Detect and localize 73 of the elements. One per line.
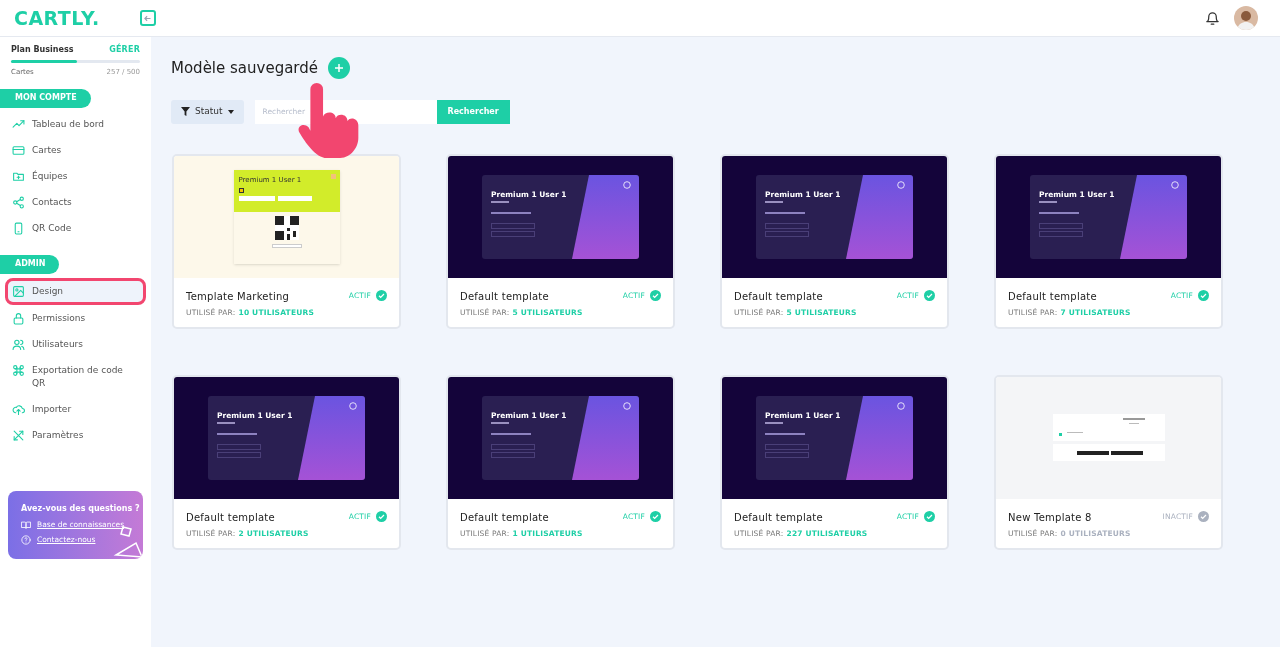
sidebar-item[interactable]: QR Code — [0, 215, 151, 241]
text-line — [491, 433, 531, 435]
section-header: MON COMPTE — [0, 88, 91, 108]
template-name: Template Marketing — [186, 289, 291, 304]
avatar[interactable] — [1234, 6, 1258, 30]
template-name: Default template — [186, 510, 276, 525]
command-icon — [12, 363, 25, 377]
cloud-upload-icon — [12, 402, 25, 416]
text-line — [765, 201, 783, 203]
preview-button — [491, 223, 535, 229]
sidebar-item[interactable]: Exportation de code QR — [0, 357, 151, 396]
preview-button — [765, 223, 809, 229]
preview-button — [1039, 223, 1083, 229]
phone-icon — [12, 221, 25, 235]
preview-button — [217, 452, 261, 458]
book-icon — [21, 519, 31, 530]
text-line — [1039, 212, 1079, 214]
text-line — [491, 212, 531, 214]
template-name: Default template — [1008, 289, 1098, 304]
template-name: New Template 8 — [1008, 510, 1093, 525]
sidebar-item[interactable]: Importer — [0, 396, 151, 422]
preview-button — [491, 444, 535, 450]
template-name: Default template — [734, 289, 824, 304]
template-name: Default template — [460, 289, 550, 304]
lock-icon — [12, 311, 25, 325]
preview-button — [1039, 231, 1083, 237]
corner-icon — [330, 173, 336, 179]
page-title: Modèle sauvegardé — [171, 58, 319, 79]
text-line — [217, 433, 257, 435]
sidebar-item[interactable]: Équipes — [0, 163, 151, 189]
sidebar-item[interactable]: Design — [5, 277, 146, 305]
sidebar-item[interactable]: Paramètres — [0, 422, 151, 448]
badge-icon — [238, 187, 244, 193]
preview-button — [271, 243, 302, 248]
text-line — [1039, 201, 1057, 203]
preview-button — [491, 452, 535, 458]
help-title: Avez-vous des questions ? — [21, 503, 141, 515]
image-icon — [12, 284, 25, 298]
plan-name: Plan Business — [11, 44, 74, 56]
text-line — [491, 422, 509, 424]
text-line — [765, 433, 805, 435]
text-line — [765, 212, 805, 214]
preview-button — [765, 452, 809, 458]
logo: CARTLY. — [14, 8, 100, 28]
preview-button — [217, 444, 261, 450]
card-icon — [12, 143, 25, 157]
preview-button — [765, 231, 809, 237]
tools-icon — [12, 428, 25, 442]
caret-icon — [227, 109, 234, 114]
bell-icon[interactable] — [1205, 10, 1220, 26]
text-line — [765, 422, 783, 424]
template-name: Default template — [734, 510, 824, 525]
trend-icon — [12, 117, 25, 131]
qr-code-icon — [274, 215, 299, 240]
sidebar-item[interactable]: Cartes — [0, 137, 151, 163]
sidebar-item[interactable]: Permissions — [0, 305, 151, 331]
filter-icon — [181, 107, 190, 116]
section-header: ADMIN — [0, 254, 60, 274]
preview-button — [765, 444, 809, 450]
text-line — [217, 422, 235, 424]
question-icon — [21, 534, 31, 545]
status-filter-button[interactable]: Statut — [171, 99, 244, 124]
text-line — [491, 201, 509, 203]
arrow-left-icon — [143, 13, 153, 23]
plus-icon — [334, 63, 345, 74]
preview-button — [238, 195, 275, 201]
users-icon — [12, 337, 25, 351]
preview-button — [277, 195, 312, 201]
template-name: Default template — [460, 510, 550, 525]
preview-button — [491, 231, 535, 237]
sidebar-item[interactable]: Utilisateurs — [0, 331, 151, 357]
sidebar-item[interactable]: Contacts — [0, 189, 151, 215]
sidebar-item[interactable]: Tableau de bord — [0, 111, 151, 137]
